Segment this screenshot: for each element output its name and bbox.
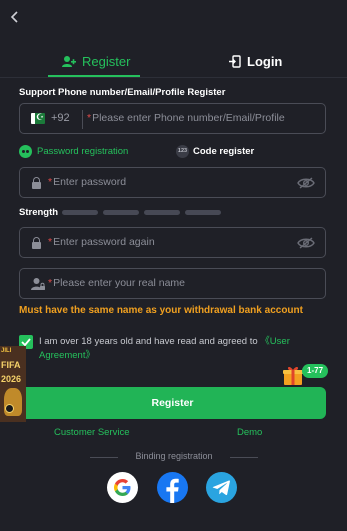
tab-login[interactable]: Login bbox=[228, 46, 282, 76]
phone-placeholder: *Please enter Phone number/Email/Profile bbox=[87, 112, 285, 124]
binding-registration-label: Binding registration bbox=[135, 451, 213, 461]
confirm-password-input[interactable]: *Enter password again bbox=[19, 227, 326, 258]
registration-methods: Password registration 123 Code register bbox=[19, 145, 326, 159]
pakistan-flag-icon[interactable] bbox=[31, 113, 45, 124]
numeric-code-icon: 123 bbox=[176, 145, 189, 158]
facebook-icon bbox=[166, 478, 179, 503]
login-door-icon bbox=[229, 54, 241, 68]
telegram-login-button[interactable] bbox=[206, 472, 237, 503]
strength-segment bbox=[62, 210, 98, 215]
strength-meter bbox=[62, 210, 221, 215]
eye-off-icon[interactable] bbox=[297, 236, 315, 250]
real-name-input[interactable]: *Please enter your real name bbox=[19, 268, 326, 299]
promo-year: 2026 bbox=[1, 374, 22, 384]
code-register-option[interactable]: 123 Code register bbox=[176, 145, 254, 158]
lock-icon bbox=[32, 177, 41, 189]
promo-title: FIFA bbox=[1, 360, 21, 370]
demo-link[interactable]: Demo bbox=[237, 427, 262, 438]
tabs-divider bbox=[0, 77, 347, 78]
strength-segment bbox=[144, 210, 180, 215]
fifa-promo-banner[interactable]: JILI FIFA 2026 bbox=[0, 346, 26, 422]
play-icon bbox=[5, 404, 14, 413]
eye-off-icon[interactable] bbox=[297, 176, 315, 190]
password-registration-label: Password registration bbox=[37, 146, 129, 157]
register-page: Register Login Support Phone number/Emai… bbox=[0, 0, 347, 531]
password-dots-icon bbox=[19, 145, 32, 158]
google-login-button[interactable] bbox=[107, 472, 138, 503]
user-lock-icon bbox=[31, 278, 45, 290]
divider-line bbox=[230, 457, 258, 458]
tab-login-label: Login bbox=[247, 53, 283, 69]
phone-email-input[interactable]: +92 *Please enter Phone number/Email/Pro… bbox=[19, 103, 326, 134]
facebook-login-button[interactable] bbox=[157, 472, 188, 503]
agreement-text: I am over 18 years old and have read and… bbox=[39, 335, 319, 363]
lock-icon bbox=[32, 237, 41, 249]
tab-register-label: Register bbox=[82, 53, 131, 69]
strength-label: Strength bbox=[19, 207, 59, 218]
agreement-statement: I am over 18 years old and have read and… bbox=[39, 336, 258, 347]
bank-name-warning: Must have the same name as your withdraw… bbox=[19, 305, 303, 316]
code-register-label: Code register bbox=[193, 146, 255, 157]
promo-brand: JILI bbox=[1, 348, 12, 354]
tab-register[interactable]: Register bbox=[62, 46, 130, 76]
auth-tabs: Register Login bbox=[0, 46, 347, 78]
binding-registration: Binding registration bbox=[90, 451, 258, 463]
confirm-password-placeholder: *Enter password again bbox=[48, 236, 155, 248]
password-placeholder: *Enter password bbox=[48, 176, 127, 188]
password-input[interactable]: *Enter password bbox=[19, 167, 326, 198]
customer-service-link[interactable]: Customer Service bbox=[54, 427, 130, 438]
password-registration-option[interactable]: Password registration bbox=[19, 145, 128, 158]
gift-badge: 1-77 bbox=[302, 364, 329, 378]
country-code-divider bbox=[82, 110, 83, 129]
register-button[interactable]: Register bbox=[19, 387, 326, 419]
strength-segment bbox=[185, 210, 221, 215]
strength-segment bbox=[103, 210, 139, 215]
gift-icon[interactable] bbox=[282, 364, 304, 386]
country-code[interactable]: +92 bbox=[51, 112, 70, 124]
back-chevron-icon[interactable] bbox=[8, 10, 24, 26]
user-plus-icon bbox=[62, 55, 76, 67]
google-icon bbox=[114, 479, 131, 496]
real-name-placeholder: *Please enter your real name bbox=[48, 277, 185, 289]
telegram-icon bbox=[212, 480, 230, 496]
support-text: Support Phone number/Email/Profile Regis… bbox=[19, 87, 226, 98]
